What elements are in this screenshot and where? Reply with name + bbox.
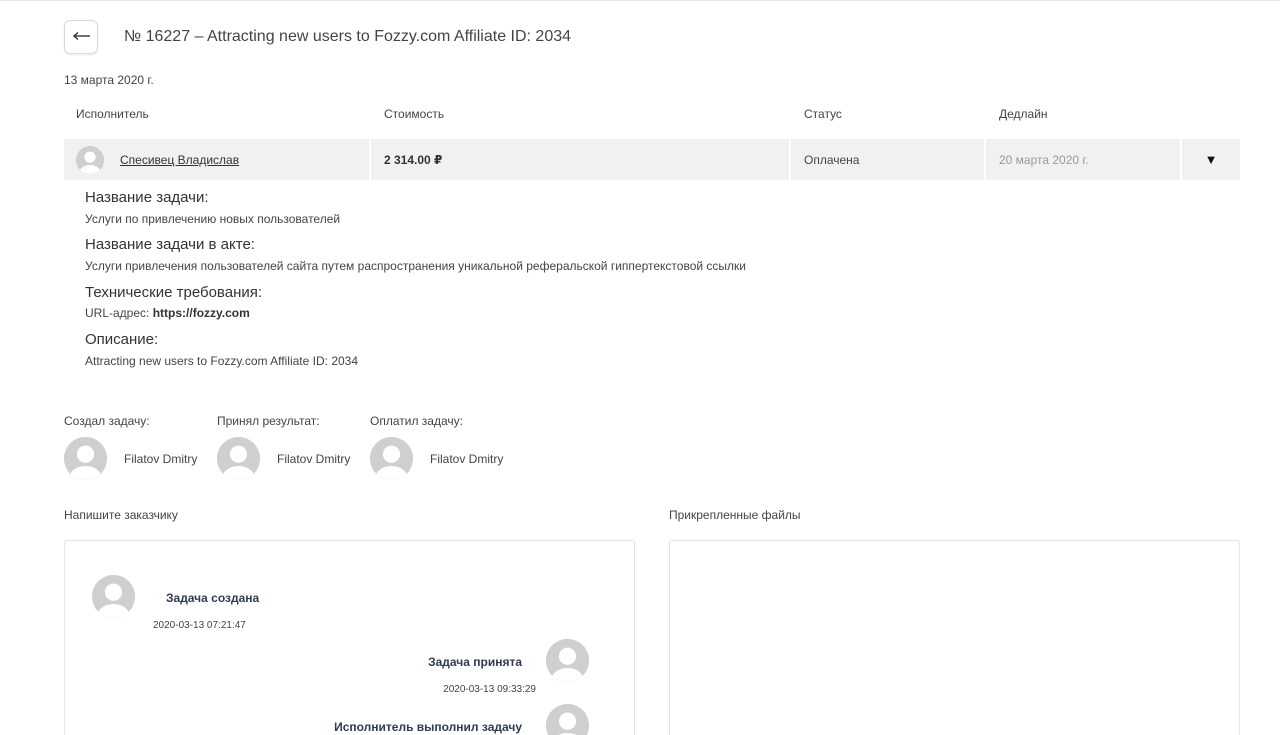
person-name: Filatov Dmitry [277, 451, 351, 466]
triangle-down-icon: ▼ [1204, 152, 1218, 167]
url-value: https://fozzy.com [152, 306, 250, 320]
message-time: 2020-03-13 09:33:29 [443, 684, 536, 695]
column-header-deadline: Дедлайн [999, 107, 1048, 121]
avatar [76, 145, 104, 174]
message-time: 2020-03-13 07:21:47 [153, 620, 246, 631]
person-name: Filatov Dmitry [124, 451, 198, 466]
url-prefix: URL-адрес: [85, 306, 153, 320]
avatar [64, 437, 107, 480]
description-label: Описание: [85, 331, 159, 348]
accepted-by-label: Принял результат: [217, 414, 320, 428]
column-header-status: Статус [804, 107, 842, 121]
row-toggle-button[interactable]: ▼ [1182, 139, 1240, 180]
created-by-label: Создал задачу: [64, 414, 150, 428]
attached-files-panel[interactable] [669, 540, 1240, 735]
created-by-person: Filatov Dmitry [64, 437, 197, 480]
chat-section-label: Напишите заказчику [64, 508, 178, 522]
executor-link[interactable]: Спесивец Владислав [120, 153, 239, 167]
top-divider [0, 0, 1280, 1]
tech-requirements-value: URL-адрес: https://fozzy.com [85, 306, 250, 320]
column-header-executor: Исполнитель [76, 107, 149, 121]
task-name-label: Название задачи: [85, 189, 209, 206]
files-section-label: Прикрепленные файлы [669, 508, 801, 522]
description-value: Attracting new users to Fozzy.com Affili… [85, 354, 359, 368]
message-title: Задача создана [166, 591, 260, 605]
avatar [546, 704, 589, 735]
cell-cost: 2 314.00 ₽ [371, 139, 789, 180]
user-placeholder-icon [370, 437, 413, 480]
cell-executor: Спесивец Владислав [64, 139, 369, 180]
chat-panel[interactable]: Задача создана 2020-03-13 07:21:47 Задач… [64, 540, 635, 735]
act-name-value: Услуги привлечения пользователей сайта п… [85, 259, 746, 273]
message-title: Задача принята [428, 655, 522, 669]
cell-deadline: 20 марта 2020 г. [986, 139, 1180, 180]
act-name-label: Название задачи в акте: [85, 236, 255, 253]
back-button[interactable] [64, 20, 98, 54]
task-date: 13 марта 2020 г. [64, 73, 154, 87]
tech-requirements-label: Технические требования: [85, 284, 263, 301]
task-name-value: Услуги по привлечению новых пользователе… [85, 212, 341, 226]
avatar [217, 437, 260, 480]
arrow-left-icon [71, 28, 91, 46]
user-placeholder-icon [92, 575, 135, 618]
avatar [546, 639, 589, 682]
paid-by-person: Filatov Dmitry [370, 437, 503, 480]
user-placeholder-icon [546, 639, 589, 682]
user-placeholder-icon [217, 437, 260, 480]
person-name: Filatov Dmitry [430, 451, 504, 466]
column-header-cost: Стоимость [384, 107, 445, 121]
user-placeholder-icon [64, 437, 107, 480]
user-placeholder-icon [76, 145, 104, 174]
avatar [370, 437, 413, 480]
avatar [92, 575, 135, 618]
accepted-by-person: Filatov Dmitry [217, 437, 350, 480]
message-title: Исполнитель выполнил задачу [334, 720, 522, 734]
cell-status: Оплачена [791, 139, 984, 180]
paid-by-label: Оплатил задачу: [370, 414, 463, 428]
page-title: № 16227 – Attracting new users to Fozzy.… [124, 28, 572, 45]
user-placeholder-icon [546, 704, 589, 735]
